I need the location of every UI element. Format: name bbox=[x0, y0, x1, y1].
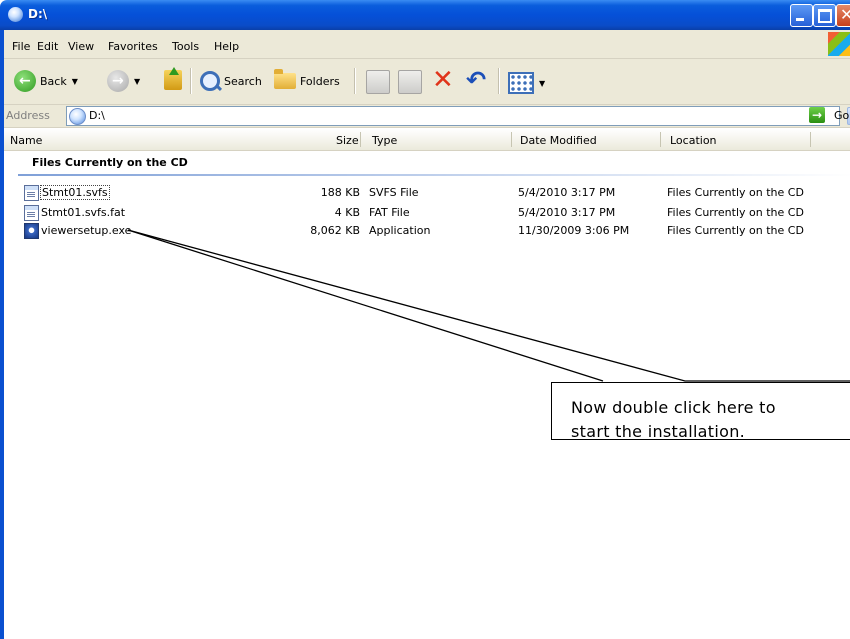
menu-tools[interactable]: Tools bbox=[172, 40, 199, 53]
toolbar: ← Back ▼ → ▼ Search Folders ✕ ↶ ▼ bbox=[4, 59, 850, 105]
file-type: FAT File bbox=[369, 206, 410, 219]
minimize-button[interactable] bbox=[790, 4, 813, 27]
views-dropdown-icon[interactable]: ▼ bbox=[539, 79, 545, 88]
folders-icon bbox=[274, 69, 296, 89]
up-folder-icon bbox=[164, 67, 182, 90]
search-icon bbox=[200, 71, 220, 91]
column-separator[interactable] bbox=[660, 132, 661, 147]
group-divider bbox=[18, 174, 850, 176]
file-row[interactable]: Stmt01.svfs.fat 4 KB FAT File 5/4/2010 3… bbox=[4, 204, 850, 221]
file-date: 5/4/2010 3:17 PM bbox=[518, 206, 616, 219]
document-icon bbox=[24, 205, 39, 221]
window-title: D:\ bbox=[28, 7, 48, 21]
file-size: 188 KB bbox=[320, 186, 360, 199]
address-value: D:\ bbox=[89, 109, 105, 122]
views-icon bbox=[508, 72, 534, 94]
back-dropdown-icon[interactable]: ▼ bbox=[72, 77, 78, 86]
file-row[interactable]: viewersetup.exe 8,062 KB Application 11/… bbox=[4, 222, 850, 239]
menu-bar: File Edit View Favorites Tools Help bbox=[4, 30, 850, 59]
file-name: Stmt01.svfs.fat bbox=[41, 206, 126, 219]
close-button[interactable]: ✕ bbox=[836, 4, 850, 27]
application-icon bbox=[24, 223, 39, 239]
copy-to-button[interactable] bbox=[398, 70, 422, 94]
menu-favorites[interactable]: Favorites bbox=[108, 40, 158, 53]
column-separator[interactable] bbox=[360, 132, 361, 147]
title-bar[interactable]: D:\ ✕ bbox=[0, 0, 850, 30]
maximize-icon bbox=[818, 9, 832, 23]
menu-file[interactable]: File bbox=[12, 40, 30, 53]
column-header-row: Name Size Type Date Modified Location bbox=[4, 129, 850, 152]
file-name: viewersetup.exe bbox=[41, 224, 132, 237]
delete-button[interactable]: ✕ bbox=[432, 65, 454, 95]
back-button[interactable]: ← Back ▼ bbox=[14, 70, 78, 92]
back-arrow-icon: ← bbox=[14, 70, 36, 92]
file-row[interactable]: Stmt01.svfs 188 KB SVFS File 5/4/2010 3:… bbox=[4, 184, 850, 201]
callout-line-1: Now double click here to bbox=[571, 398, 776, 417]
forward-dropdown-icon[interactable]: ▼ bbox=[134, 77, 140, 86]
address-bar: Address D:\ ▼ → Go bbox=[4, 105, 850, 128]
address-input[interactable]: D:\ ▼ bbox=[66, 106, 850, 126]
group-header: Files Currently on the CD bbox=[32, 156, 188, 169]
copy-to-icon bbox=[398, 70, 422, 94]
go-arrow-icon[interactable]: → bbox=[809, 107, 825, 123]
callout-line-2: start the installation. bbox=[571, 422, 746, 441]
toolbar-separator bbox=[190, 68, 192, 94]
maximize-button[interactable] bbox=[813, 4, 836, 27]
move-to-button[interactable] bbox=[366, 70, 390, 94]
delete-icon: ✕ bbox=[432, 65, 454, 95]
file-size: 8,062 KB bbox=[310, 224, 360, 237]
cd-drive-icon bbox=[69, 108, 86, 125]
go-button[interactable]: Go bbox=[834, 109, 849, 122]
file-type: Application bbox=[369, 224, 431, 237]
minimize-icon bbox=[796, 18, 804, 21]
column-name[interactable]: Name bbox=[10, 134, 42, 147]
up-folder-button[interactable] bbox=[164, 67, 182, 90]
toolbar-separator bbox=[354, 68, 356, 94]
file-date: 5/4/2010 3:17 PM bbox=[518, 186, 616, 199]
folders-label: Folders bbox=[300, 74, 340, 88]
instruction-callout: Now double click here to start the insta… bbox=[551, 382, 850, 441]
search-button[interactable]: Search bbox=[200, 71, 262, 91]
column-date-modified[interactable]: Date Modified bbox=[520, 134, 597, 147]
menu-edit[interactable]: Edit bbox=[37, 40, 58, 53]
address-label: Address bbox=[6, 109, 50, 122]
move-to-icon bbox=[366, 70, 390, 94]
file-type: SVFS File bbox=[369, 186, 419, 199]
folders-button[interactable]: Folders bbox=[274, 69, 340, 89]
file-location: Files Currently on the CD bbox=[667, 186, 804, 199]
file-location: Files Currently on the CD bbox=[667, 224, 804, 237]
file-size: 4 KB bbox=[334, 206, 360, 219]
forward-button[interactable]: → ▼ bbox=[107, 70, 140, 92]
column-location[interactable]: Location bbox=[670, 134, 717, 147]
close-icon: ✕ bbox=[840, 5, 850, 24]
callout-text: Now double click here to start the insta… bbox=[571, 396, 776, 444]
file-location: Files Currently on the CD bbox=[667, 206, 804, 219]
undo-icon: ↶ bbox=[466, 66, 487, 94]
file-name: Stmt01.svfs bbox=[40, 185, 110, 200]
menu-help[interactable]: Help bbox=[214, 40, 239, 53]
column-size[interactable]: Size bbox=[336, 134, 359, 147]
column-type[interactable]: Type bbox=[372, 134, 397, 147]
back-label: Back bbox=[40, 74, 67, 88]
cd-drive-icon bbox=[8, 7, 23, 22]
forward-arrow-icon: → bbox=[107, 70, 129, 92]
menu-view[interactable]: View bbox=[68, 40, 94, 53]
search-label: Search bbox=[224, 74, 262, 88]
views-button[interactable]: ▼ bbox=[508, 72, 545, 94]
document-icon bbox=[24, 185, 39, 201]
file-date: 11/30/2009 3:06 PM bbox=[518, 224, 630, 237]
undo-button[interactable]: ↶ bbox=[466, 66, 487, 94]
windows-logo-icon bbox=[828, 32, 850, 56]
column-separator[interactable] bbox=[810, 132, 811, 147]
column-separator[interactable] bbox=[511, 132, 512, 147]
explorer-window: D:\ ✕ File Edit View Favorites Tools Hel… bbox=[0, 0, 850, 639]
toolbar-separator bbox=[498, 68, 500, 94]
